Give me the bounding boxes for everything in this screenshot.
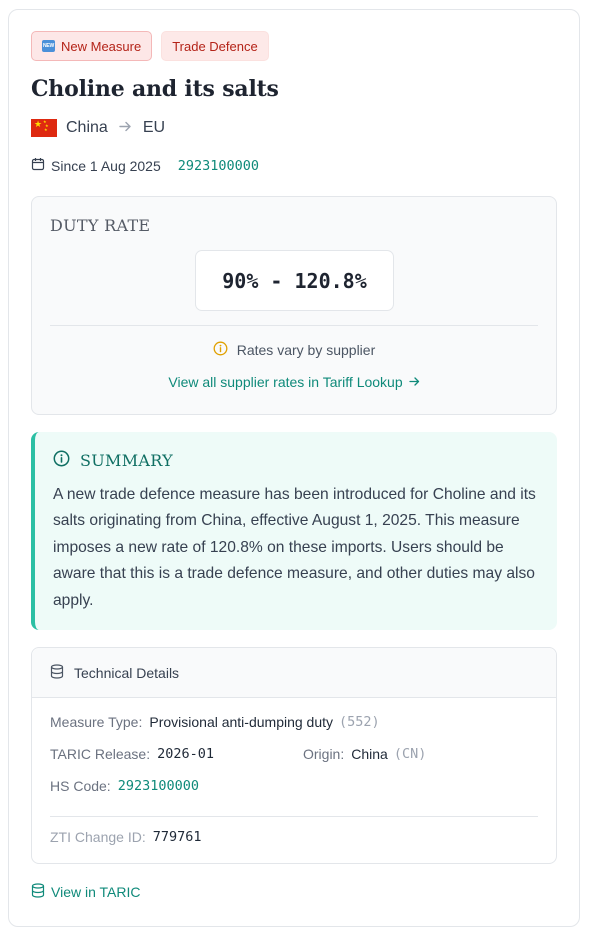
arrow-right-icon — [408, 374, 420, 390]
calendar-icon — [31, 157, 45, 174]
hs-code-link[interactable]: 2923100000 — [178, 158, 259, 174]
summary-title: SUMMARY — [80, 451, 173, 470]
divider — [50, 325, 538, 326]
duty-rate-value: 90% - 120.8% — [195, 250, 394, 311]
measure-type-code: (552) — [339, 714, 380, 730]
origin-label: Origin: — [303, 746, 345, 762]
info-circle-icon — [213, 341, 228, 359]
duty-rate-label: DUTY RATE — [50, 216, 151, 235]
rates-vary-text: Rates vary by supplier — [236, 342, 376, 358]
origin-value: China — [351, 746, 388, 762]
hs-code-label: HS Code: — [50, 778, 111, 794]
origin-code: (CN) — [393, 746, 427, 762]
summary-panel: SUMMARY A new trade defence measure has … — [31, 432, 557, 630]
taric-release-label: TARIC Release: — [50, 746, 151, 762]
database-icon — [31, 883, 45, 901]
route: ★ ★ ★ ★ China EU — [31, 119, 165, 137]
zti-label: ZTI Change ID: — [50, 829, 146, 845]
view-supplier-rates-label[interactable]: View all supplier rates in Tariff Lookup — [168, 374, 402, 390]
duty-rate-panel: DUTY RATE 90% - 120.8% Rates vary by sup… — [31, 196, 557, 415]
since-row: Since 1 Aug 2025 2923100000 — [31, 157, 259, 174]
summary-text: A new trade defence measure has been int… — [53, 486, 536, 609]
arrow-right-icon — [119, 120, 132, 137]
view-in-taric-label[interactable]: View in TARIC — [51, 884, 140, 900]
new-measure-label: New Measure — [61, 38, 142, 54]
badge-row: NEW New Measure Trade Defence — [31, 31, 269, 61]
database-icon — [50, 663, 64, 682]
since-date: Since 1 Aug 2025 — [51, 157, 161, 174]
measure-type-row: Measure Type: Provisional anti-dumping d… — [50, 714, 380, 730]
new-measure-badge: NEW New Measure — [31, 31, 153, 61]
hs-code-value-link[interactable]: 2923100000 — [118, 778, 199, 794]
view-in-taric-link[interactable]: View in TARIC — [31, 883, 140, 901]
technical-details-header[interactable]: Technical Details — [32, 648, 556, 698]
china-flag-icon: ★ ★ ★ ★ — [31, 119, 57, 137]
zti-value: 779761 — [152, 829, 202, 845]
measure-type-label: Measure Type: — [50, 714, 143, 730]
divider — [50, 816, 538, 817]
measure-type-value: Provisional anti-dumping duty — [149, 714, 334, 730]
taric-release-value: 2026-01 — [157, 746, 215, 762]
destination: EU — [142, 119, 166, 136]
view-supplier-rates-link[interactable]: View all supplier rates in Tariff Lookup — [32, 374, 556, 390]
taric-release-row: TARIC Release: 2026-01 — [50, 746, 214, 762]
hs-code-row: HS Code: 2923100000 — [50, 778, 199, 794]
technical-details-title: Technical Details — [74, 664, 180, 681]
info-circle-icon — [53, 450, 70, 471]
page-title: Choline and its salts — [31, 76, 279, 102]
summary-heading: SUMMARY — [53, 450, 173, 471]
rates-vary-note: Rates vary by supplier — [32, 341, 556, 359]
trade-defence-label: Trade Defence — [172, 38, 258, 54]
origin-row: Origin: China (CN) — [303, 746, 426, 762]
zti-row: ZTI Change ID: 779761 — [50, 829, 201, 845]
technical-details-panel: Technical Details Measure Type: Provisio… — [31, 647, 557, 864]
new-icon: NEW — [42, 40, 55, 52]
origin-country: China — [66, 119, 108, 136]
trade-defence-badge: Trade Defence — [161, 31, 269, 61]
